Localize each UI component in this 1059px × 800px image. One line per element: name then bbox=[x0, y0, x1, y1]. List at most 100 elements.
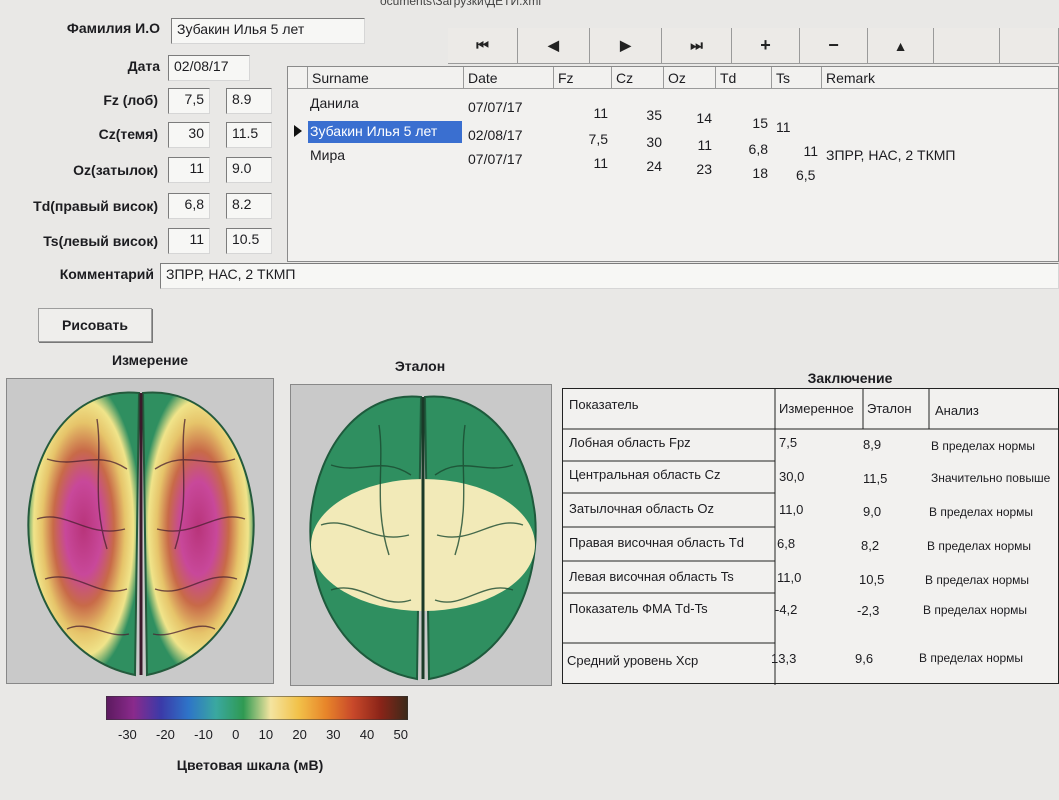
cell-fz[interactable]: 11 bbox=[558, 105, 608, 121]
cell-oz[interactable]: 14 bbox=[666, 110, 712, 126]
color-scale-caption: Цветовая шкала (мВ) bbox=[176, 757, 324, 773]
grid-corner bbox=[288, 67, 308, 89]
reference-brain-map bbox=[309, 395, 537, 681]
conclusion-row-measured: -4,2 bbox=[775, 602, 798, 617]
conclusion-row-measured: 7,5 bbox=[779, 435, 798, 450]
delete-record-button[interactable]: − bbox=[800, 28, 868, 64]
td-reference-field[interactable]: 8.2 bbox=[226, 193, 272, 219]
records-grid[interactable]: Surname Date Fz Cz Oz Td Ts Remark Данил… bbox=[287, 66, 1059, 262]
fz-measured-field[interactable]: 7,5 bbox=[168, 88, 210, 114]
td-measured-field[interactable]: 6,8 bbox=[168, 193, 210, 219]
cell-surname-selected[interactable]: Зубакин Илья 5 лет bbox=[308, 121, 462, 143]
cell-td[interactable]: 15 bbox=[718, 115, 768, 131]
conclusion-row-name: Средний уровень Хср bbox=[567, 653, 699, 668]
cell-td[interactable]: 18 bbox=[718, 165, 768, 181]
conclusion-row-measured: 30,0 bbox=[779, 469, 805, 484]
oz-reference-field[interactable]: 9.0 bbox=[226, 157, 272, 183]
conclusion-row-measured: 11,0 bbox=[777, 570, 802, 585]
conclusion-row-name: Центральная область Cz bbox=[569, 467, 721, 482]
conclusion-row-reference: 9,0 bbox=[863, 504, 882, 519]
conclusion-table: Показатель Измеренное Эталон Анализ Лобн… bbox=[562, 388, 1059, 685]
col-header-oz[interactable]: Oz bbox=[664, 67, 716, 89]
col-header-fz[interactable]: Fz bbox=[554, 67, 612, 89]
cell-ts[interactable]: 11 bbox=[774, 143, 818, 159]
conclusion-row-analysis: В пределах нормы bbox=[923, 603, 1028, 617]
cell-ts[interactable]: 11 bbox=[776, 119, 791, 135]
first-record-icon: ⏮ bbox=[476, 37, 489, 53]
col-header-ts[interactable]: Ts bbox=[772, 67, 822, 89]
cell-oz[interactable]: 11 bbox=[666, 137, 712, 153]
cell-fz[interactable]: 7,5 bbox=[558, 131, 608, 147]
conclusion-row-reference: 8,2 bbox=[861, 538, 880, 553]
cell-remark[interactable]: ЗПРР, НАС, 2 ТКМП bbox=[826, 147, 955, 163]
scale-tick: 30 bbox=[326, 727, 341, 742]
cell-cz[interactable]: 35 bbox=[614, 107, 662, 123]
name-field[interactable]: Зубакин Илья 5 лет bbox=[171, 18, 365, 44]
fz-label: Fz (лоб) bbox=[103, 92, 158, 108]
cell-date[interactable]: 07/07/17 bbox=[468, 151, 523, 167]
conclusion-row-analysis: В пределах нормы bbox=[931, 439, 1036, 453]
last-record-button[interactable]: ⏭ bbox=[662, 28, 732, 64]
cell-cz[interactable]: 24 bbox=[614, 158, 662, 174]
draw-button[interactable]: Рисовать bbox=[38, 308, 152, 342]
cell-oz[interactable]: 23 bbox=[666, 161, 712, 177]
col-header-date[interactable]: Date bbox=[464, 67, 554, 89]
col-header-td[interactable]: Td bbox=[716, 67, 772, 89]
add-record-icon: + bbox=[760, 35, 771, 55]
col-header-cz[interactable]: Cz bbox=[612, 67, 664, 89]
cz-reference-field[interactable]: 11.5 bbox=[226, 122, 272, 148]
measured-brain-map bbox=[27, 391, 255, 677]
cell-date[interactable]: 02/08/17 bbox=[468, 127, 523, 143]
date-field[interactable]: 02/08/17 bbox=[168, 55, 250, 81]
color-scale-ticks: -30 -20 -10 0 10 20 30 40 50 bbox=[118, 727, 408, 742]
cell-surname[interactable]: Данила bbox=[310, 95, 359, 111]
conclusion-row-name: Левая височная область Ts bbox=[569, 569, 734, 584]
post-record-button[interactable] bbox=[934, 28, 1000, 64]
add-record-button[interactable]: + bbox=[732, 28, 800, 64]
cz-measured-field[interactable]: 30 bbox=[168, 122, 210, 148]
cell-ts[interactable]: 6,5 bbox=[796, 167, 815, 183]
name-label: Фамилия И.О bbox=[66, 20, 160, 36]
edit-record-button[interactable]: ▲ bbox=[868, 28, 934, 64]
reference-map-frame bbox=[290, 384, 552, 686]
conclusion-header-reference: Эталон bbox=[867, 401, 912, 416]
conclusion-row-reference: 8,9 bbox=[863, 437, 882, 452]
ts-measured-field[interactable]: 11 bbox=[168, 228, 210, 254]
conclusion-row-measured: 6,8 bbox=[777, 536, 796, 551]
conclusion-header-analysis: Анализ bbox=[935, 403, 979, 418]
color-scale-bar bbox=[105, 695, 409, 721]
comment-field[interactable]: ЗПРР, НАС, 2 ТКМП bbox=[160, 263, 1059, 289]
date-label: Дата bbox=[127, 58, 160, 74]
cancel-record-button[interactable] bbox=[1000, 28, 1059, 64]
measured-map-title: Измерение bbox=[111, 352, 188, 368]
ts-reference-field[interactable]: 10.5 bbox=[226, 228, 272, 254]
scale-tick: -20 bbox=[156, 727, 175, 742]
conclusion-row-analysis: Значительно повыше bbox=[931, 471, 1051, 485]
col-header-remark[interactable]: Remark bbox=[822, 67, 1058, 89]
conclusion-row-measured: 11,0 bbox=[779, 502, 804, 517]
color-scale-gradient bbox=[105, 695, 409, 721]
prev-record-button[interactable]: ◀ bbox=[518, 28, 590, 64]
scale-tick: 20 bbox=[292, 727, 307, 742]
scale-tick: 40 bbox=[359, 727, 375, 742]
cell-surname[interactable]: Мира bbox=[310, 147, 345, 163]
comment-label: Комментарий bbox=[59, 266, 154, 282]
fz-reference-field[interactable]: 8.9 bbox=[226, 88, 272, 114]
conclusion-row-analysis: В пределах нормы bbox=[925, 573, 1030, 587]
cell-fz[interactable]: 11 bbox=[558, 155, 608, 171]
prev-record-icon: ◀ bbox=[548, 37, 559, 53]
cell-cz[interactable]: 30 bbox=[614, 134, 662, 150]
conclusion-row-name: Показатель ФМА Td-Ts bbox=[569, 601, 708, 616]
conclusion-row-reference: 11,5 bbox=[863, 471, 888, 486]
cell-date[interactable]: 07/07/17 bbox=[468, 99, 523, 115]
ts-label: Ts(левый висок) bbox=[43, 233, 158, 249]
first-record-button[interactable]: ⏮ bbox=[448, 28, 518, 64]
scale-tick: 0 bbox=[232, 727, 240, 742]
next-record-button[interactable]: ▶ bbox=[590, 28, 662, 64]
col-header-surname[interactable]: Surname bbox=[308, 67, 464, 89]
conclusion-row-reference: -2,3 bbox=[857, 603, 880, 618]
conclusion-header-indicator: Показатель bbox=[569, 397, 639, 412]
oz-measured-field[interactable]: 11 bbox=[168, 157, 210, 183]
cell-td[interactable]: 6,8 bbox=[718, 141, 768, 157]
next-record-icon: ▶ bbox=[620, 37, 631, 53]
